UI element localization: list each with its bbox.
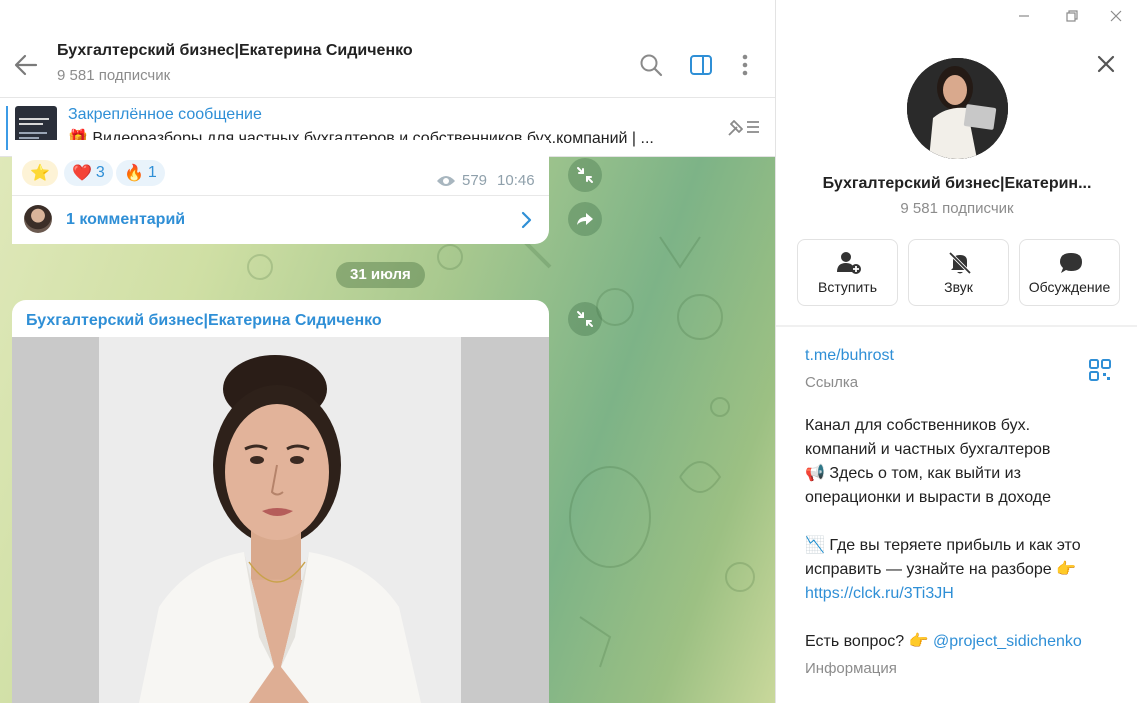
reaction-emoji: ⭐ [30, 165, 50, 182]
date-separator: 31 июля [336, 262, 425, 288]
chat-bubble-icon [1060, 253, 1082, 273]
commenter-avatar [24, 205, 52, 233]
message-author[interactable]: Бухгалтерский бизнес|Екатерина Сидиченко [26, 312, 382, 330]
comments-link[interactable]: 1 комментарий [66, 211, 185, 229]
add-user-icon [837, 252, 861, 274]
description-spacer [805, 606, 1115, 630]
description-line: Канал для собственников бух. [805, 417, 1031, 434]
description-line: 📢 Здесь о том, как выйти из [805, 465, 1021, 482]
discussion-button[interactable]: Обсуждение [1019, 239, 1120, 306]
reaction-emoji: 🔥 [124, 165, 144, 182]
window-close-icon[interactable] [1108, 8, 1124, 24]
mention-link[interactable]: @project_sidichenko [933, 633, 1082, 650]
description-line: исправить — узнайте на разборе 👉 [805, 561, 1077, 578]
description-question: Есть вопрос? 👉 @project_sidichenko [805, 630, 1115, 654]
close-panel-icon[interactable] [1094, 52, 1118, 76]
reaction-heart[interactable]: ❤️ 3 [64, 160, 113, 186]
chevron-right-icon[interactable] [518, 210, 534, 230]
message-time: 10:46 [497, 172, 535, 189]
message-photo[interactable] [12, 337, 549, 703]
info-section-label: Информация [805, 660, 897, 677]
chat-panel: Бухгалтерский бизнес|Екатерина Сидиченко… [0, 0, 775, 703]
collapse-icon [577, 167, 593, 183]
forward-button[interactable] [568, 202, 602, 236]
reaction-count: 1 [147, 164, 157, 181]
join-button[interactable]: Вступить [797, 239, 898, 306]
bubble-divider [12, 195, 549, 196]
info-channel-title: Бухгалтерский бизнес|Екатерин... [822, 175, 1092, 192]
channel-description: Канал для собственников бух. компаний и … [805, 414, 1115, 654]
forward-icon [577, 213, 593, 225]
minimize-icon[interactable] [1016, 8, 1032, 24]
discussion-label: Обсуждение [1028, 279, 1111, 295]
description-url[interactable]: https://clck.ru/3Ti3JH [805, 582, 1115, 606]
question-text: Есть вопрос? 👉 [805, 633, 933, 650]
chat-header: Бухгалтерский бизнес|Екатерина Сидиченко… [0, 30, 775, 98]
sidebar-toggle-icon[interactable] [688, 52, 714, 78]
bell-off-icon [948, 251, 972, 275]
description-spacer [805, 510, 1115, 534]
description-line: операционки и вырасти в доходе [805, 489, 1051, 506]
pin-indicator [6, 106, 8, 150]
info-subscriber-count: 9 581 подписчик [900, 200, 1014, 217]
join-label: Вступить [817, 279, 877, 295]
section-separator [776, 325, 1137, 327]
link-label: Ссылка [805, 374, 859, 391]
channel-title[interactable]: Бухгалтерский бизнес|Екатерина Сидиченко [57, 42, 413, 60]
collapse-button[interactable] [568, 158, 602, 192]
pinned-title: Закреплённое сообщение [68, 106, 262, 123]
sound-button[interactable]: Звук [908, 239, 1009, 306]
message-bubble: Бухгалтерский бизнес|Екатерина Сидиченко [12, 300, 549, 703]
view-count: 579 [462, 172, 488, 189]
eye-icon [437, 175, 455, 186]
sound-label: Звук [944, 279, 973, 295]
channel-link[interactable]: t.me/buhrost [805, 347, 894, 365]
message-bubble: ⭐ ❤️ 3 🔥 1 579 10:46 1 комментарий [12, 140, 549, 244]
title-bar [0, 0, 775, 30]
avatar-image [907, 58, 1008, 159]
portrait-illustration [99, 337, 461, 703]
qr-code-icon[interactable] [1089, 359, 1111, 381]
pinned-list-icon[interactable] [725, 115, 761, 139]
info-header: Бухгалтерский бизнес|Екатерин... 9 581 п… [776, 0, 1137, 325]
description-line: 📉 Где вы теряете прибыль и как это [805, 537, 1081, 554]
back-arrow-icon[interactable] [12, 51, 40, 79]
reaction-star[interactable]: ⭐ [22, 160, 58, 186]
message-meta: 579 10:46 [436, 172, 535, 189]
description-line: компаний и частных бухгалтеров [805, 441, 1051, 458]
reaction-count: 3 [95, 164, 105, 181]
search-icon[interactable] [638, 52, 664, 78]
collapse-button[interactable] [568, 302, 602, 336]
more-menu-icon[interactable] [732, 52, 758, 78]
reaction-emoji: ❤️ [72, 165, 92, 182]
channel-info-panel: Бухгалтерский бизнес|Екатерин... 9 581 п… [775, 0, 1137, 703]
reaction-fire[interactable]: 🔥 1 [116, 160, 165, 186]
portrait-photo [99, 337, 461, 703]
subscriber-count: 9 581 подписчик [57, 67, 171, 84]
channel-avatar[interactable] [907, 58, 1008, 159]
maximize-icon[interactable] [1064, 8, 1080, 24]
collapse-icon [577, 311, 593, 327]
